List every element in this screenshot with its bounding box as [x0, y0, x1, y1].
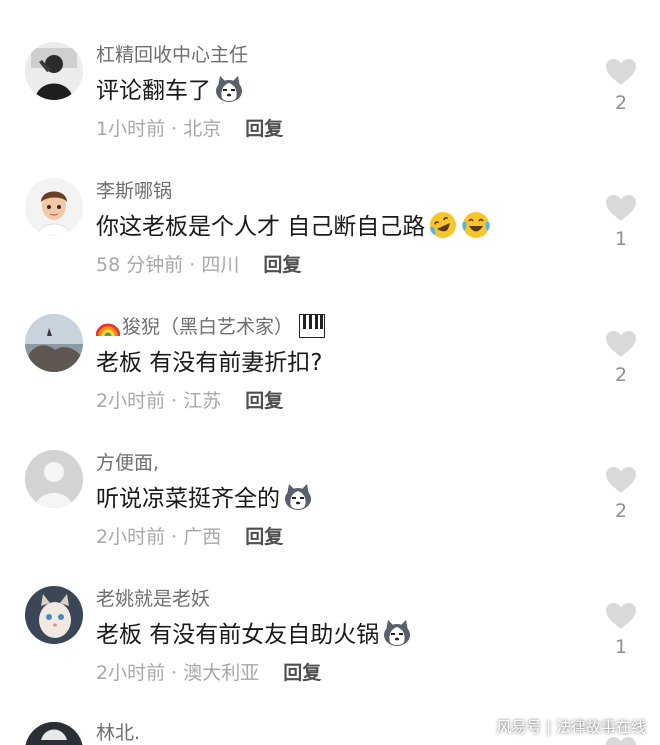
comment-item: 杠精回收中心主任 评论翻车了 1小时前 · 北京 回复 2 — [0, 42, 660, 178]
avatar[interactable] — [25, 586, 83, 644]
reply-button[interactable]: 回复 — [283, 662, 321, 684]
avatar[interactable] — [25, 314, 83, 372]
reply-button[interactable]: 回复 — [263, 254, 301, 276]
comment-item: 方便面, 听说凉菜挺齐全的 2小时前 · 广西 回复 2 — [0, 450, 660, 586]
timestamp-location: 58 分钟前 · 四川 — [96, 254, 240, 276]
reply-button[interactable]: 回复 — [245, 118, 283, 140]
reply-button[interactable]: 回复 — [245, 390, 283, 412]
comment-meta: 58 分钟前 · 四川 回复 — [96, 252, 301, 278]
piano-emoji — [299, 314, 326, 338]
comment-text: 听说凉菜挺齐全的 — [96, 482, 313, 516]
comment-text-content: 老板 有没有前女友自助火锅 — [96, 622, 380, 648]
username[interactable]: 老姚就是老妖 — [96, 586, 210, 612]
heart-icon[interactable] — [605, 602, 637, 630]
timestamp-location: 2小时前 · 江苏 — [96, 390, 222, 412]
rainbow-emoji — [96, 323, 120, 337]
comment-meta: 2小时前 · 广西 回复 — [96, 524, 283, 550]
comment-text-content: 你这老板是个人才 自己断自己路 — [96, 214, 426, 240]
avatar[interactable] — [25, 42, 83, 100]
like-count: 2 — [614, 364, 628, 386]
comment-item: 老姚就是老妖 老板 有没有前女友自助火锅 2小时前 · 澳大利亚 回复 1 — [0, 586, 660, 722]
comment-meta: 2小时前 · 江苏 回复 — [96, 388, 283, 414]
username[interactable]: 林北. — [96, 722, 140, 745]
laugh-cry-emoji — [461, 210, 491, 240]
comment-meta: 2小时前 · 澳大利亚 回复 — [96, 660, 321, 686]
reply-button[interactable]: 回复 — [245, 526, 283, 548]
comment-text: 老板 有没有前妻折扣? — [96, 346, 323, 380]
like-button[interactable]: 2 — [605, 466, 637, 522]
username[interactable]: 李斯哪锅 — [96, 178, 172, 204]
rolling-laugh-emoji — [428, 210, 458, 240]
husky-emoji — [382, 618, 412, 648]
avatar[interactable] — [25, 722, 83, 745]
heart-icon[interactable] — [605, 194, 637, 222]
comment-list: 杠精回收中心主任 评论翻车了 1小时前 · 北京 回复 2 李斯哪锅 你这老板是… — [0, 0, 660, 745]
husky-emoji — [214, 74, 244, 104]
like-count: 2 — [614, 500, 628, 522]
comment-text-content: 评论翻车了 — [96, 78, 211, 104]
username-text: 狻猊（黑白艺术家） — [122, 316, 294, 338]
comment-text: 你这老板是个人才 自己断自己路 — [96, 210, 491, 244]
comment-text: 评论翻车了 — [96, 74, 244, 108]
comment-text: 老板 有没有前女友自助火锅 — [96, 618, 412, 652]
timestamp-location: 1小时前 · 北京 — [96, 118, 222, 140]
like-count: 1 — [614, 636, 628, 658]
comment-text-content: 听说凉菜挺齐全的 — [96, 486, 280, 512]
heart-icon[interactable] — [605, 58, 637, 86]
avatar[interactable] — [25, 450, 83, 508]
like-button[interactable]: 1 — [605, 602, 637, 658]
comment-item: 狻猊（黑白艺术家） 老板 有没有前妻折扣? 2小时前 · 江苏 回复 2 — [0, 314, 660, 450]
husky-emoji — [283, 482, 313, 512]
like-button[interactable] — [605, 736, 637, 745]
avatar[interactable] — [25, 178, 83, 236]
like-button[interactable]: 2 — [605, 58, 637, 114]
heart-icon[interactable] — [605, 466, 637, 494]
watermark: 风易号 | 法律故事在线 — [496, 718, 646, 736]
heart-icon[interactable] — [605, 736, 637, 745]
username[interactable]: 方便面, — [96, 450, 159, 476]
comment-text-content: 老板 有没有前妻折扣? — [96, 350, 323, 376]
username[interactable]: 狻猊（黑白艺术家） — [96, 314, 326, 340]
timestamp-location: 2小时前 · 广西 — [96, 526, 222, 548]
comment-item: 李斯哪锅 你这老板是个人才 自己断自己路 58 分钟前 · 四川 回复 1 — [0, 178, 660, 314]
like-button[interactable]: 1 — [605, 194, 637, 250]
like-count: 2 — [614, 92, 628, 114]
username[interactable]: 杠精回收中心主任 — [96, 42, 248, 68]
timestamp-location: 2小时前 · 澳大利亚 — [96, 662, 260, 684]
comment-meta: 1小时前 · 北京 回复 — [96, 116, 283, 142]
like-count: 1 — [614, 228, 628, 250]
heart-icon[interactable] — [605, 330, 637, 358]
like-button[interactable]: 2 — [605, 330, 637, 386]
